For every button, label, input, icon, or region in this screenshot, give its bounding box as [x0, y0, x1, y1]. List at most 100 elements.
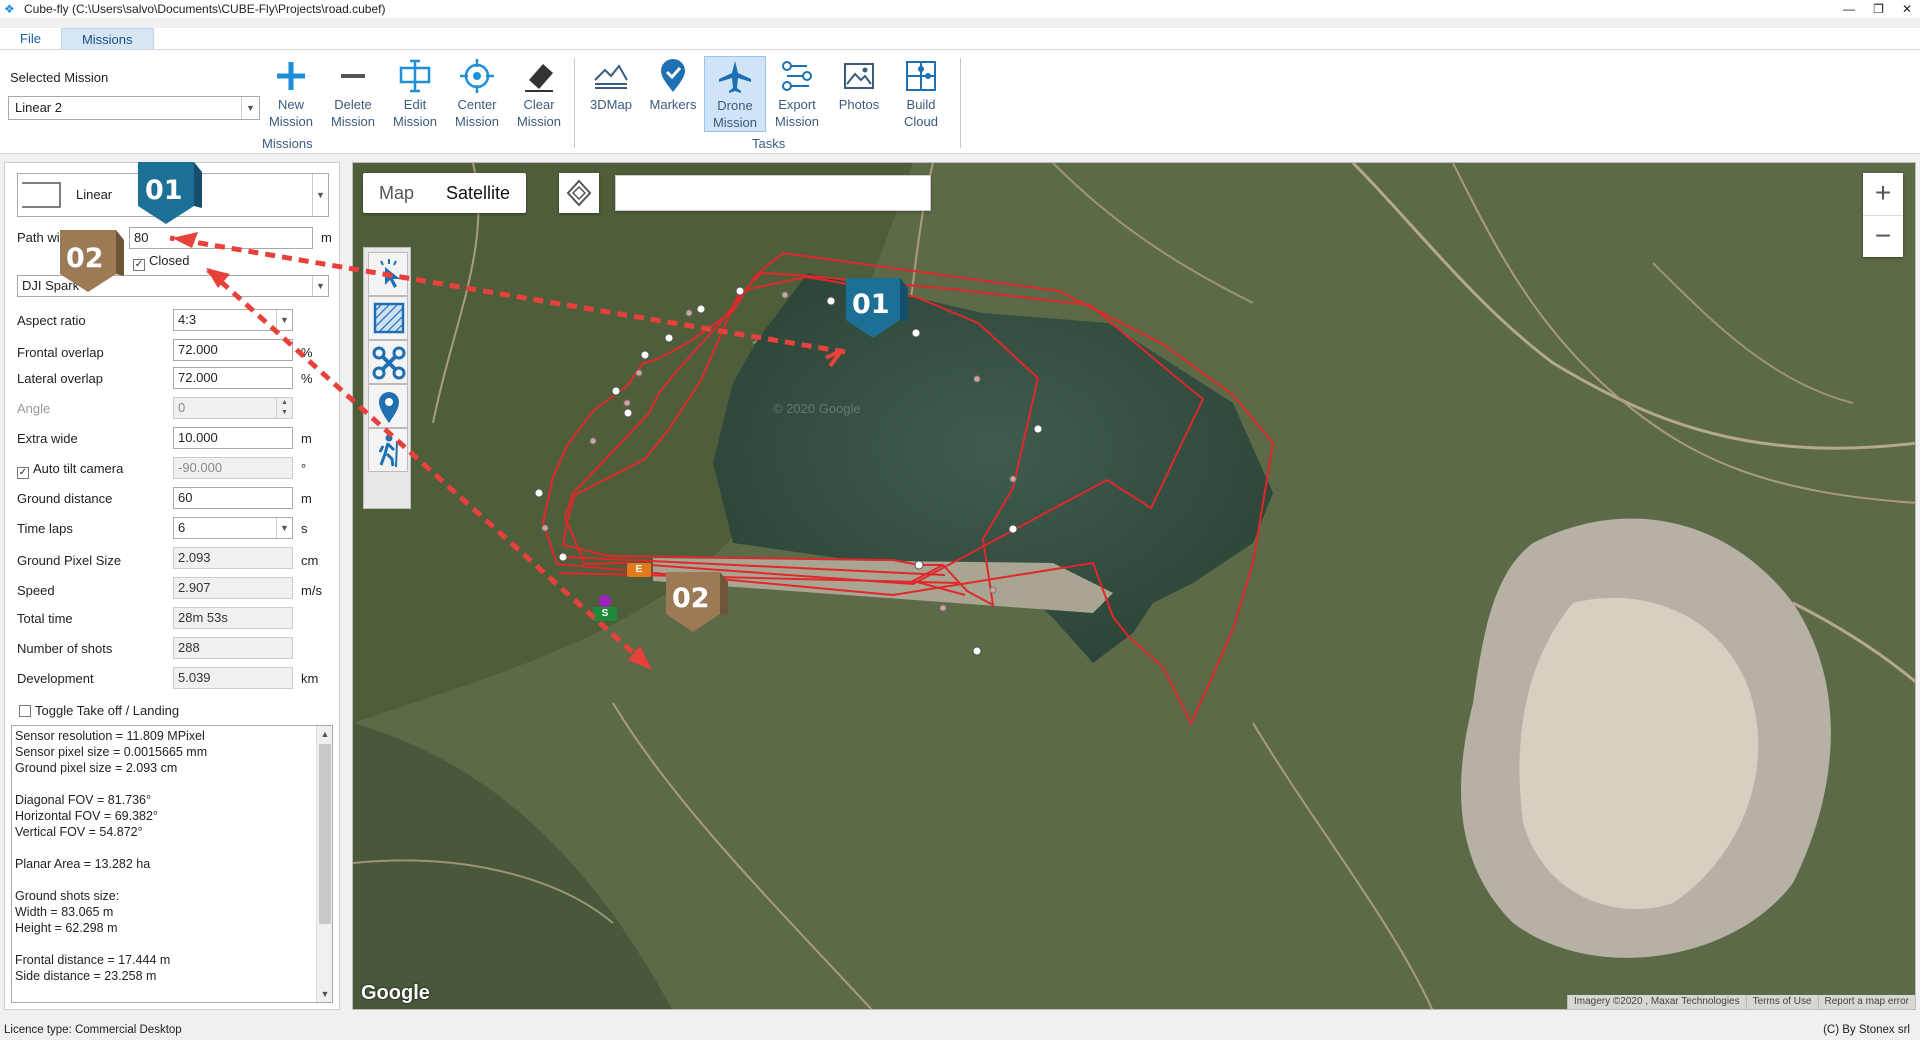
crosshair-icon: [460, 59, 494, 93]
info-scrollbar[interactable]: ▲ ▼: [316, 726, 332, 1002]
map-type-satellite[interactable]: Satellite: [430, 173, 526, 213]
pointer-click-icon: [380, 259, 400, 288]
map-tools-toolbar: [363, 247, 411, 509]
mission-type-combo[interactable]: Linear ▼: [17, 173, 329, 217]
shots-label: Number of shots: [17, 641, 113, 656]
gsd-unit: cm: [301, 553, 319, 568]
satellite-imagery: [353, 163, 1915, 1009]
frontal-overlap-input[interactable]: 72.000: [173, 339, 293, 361]
status-bar: Licence type: Commercial Desktop (C) By …: [0, 1020, 1920, 1040]
menu-bar: File Missions: [0, 28, 1920, 50]
scroll-thumb[interactable]: [319, 744, 331, 924]
time-laps-combo[interactable]: 6 ▼: [173, 517, 293, 539]
mission-info-text: Sensor resolution = 11.809 MPixel Sensor…: [15, 729, 252, 1002]
lateral-overlap-input[interactable]: 72.000: [173, 367, 293, 389]
layers-icon: [566, 179, 592, 207]
toggle-takeoff-checkbox[interactable]: Toggle Take off / Landing: [19, 703, 179, 718]
mission-info-textbox[interactable]: Sensor resolution = 11.809 MPixel Sensor…: [11, 725, 333, 1003]
ground-distance-unit: m: [301, 491, 312, 506]
photos-button[interactable]: Photos: [828, 56, 890, 132]
extra-wide-input[interactable]: 10.000: [173, 427, 293, 449]
center-mission-button[interactable]: Center Mission: [446, 56, 508, 132]
drone-mission-button[interactable]: Drone Mission: [704, 56, 766, 132]
hiker-icon: [378, 434, 398, 468]
linear-path-icon: [22, 182, 61, 208]
aspect-ratio-combo[interactable]: 4:3 ▼: [173, 309, 293, 331]
takeoff-marker[interactable]: [599, 595, 611, 607]
map-search-input[interactable]: [615, 175, 931, 211]
speed-label: Speed: [17, 583, 55, 598]
closed-checkbox[interactable]: ✓ Closed: [133, 253, 189, 271]
tab-file[interactable]: File: [0, 28, 61, 49]
ground-distance-input[interactable]: 60: [173, 487, 293, 509]
extra-wide-label: Extra wide: [17, 431, 78, 446]
close-button[interactable]: ✕: [1902, 0, 1912, 18]
map-locate-button[interactable]: [559, 173, 599, 213]
zoom-out-button[interactable]: −: [1863, 215, 1903, 257]
delete-mission-button[interactable]: Delete Mission: [322, 56, 384, 132]
restore-button[interactable]: ❐: [1873, 0, 1884, 18]
drone-tool-button[interactable]: [368, 340, 408, 384]
build-cloud-button[interactable]: Build Cloud: [890, 56, 952, 132]
title-bar: ❖ Cube-fly (C:\Users\salvo\Documents\CUB…: [0, 0, 1920, 18]
scroll-down-icon[interactable]: ▼: [317, 986, 332, 1002]
total-time-label: Total time: [17, 611, 73, 626]
end-marker[interactable]: E: [627, 563, 651, 577]
map-type-map[interactable]: Map: [363, 173, 430, 213]
spinner-arrows-icon: ▲ ▼: [276, 398, 292, 418]
mission-type-value: Linear: [76, 187, 113, 202]
gsd-value: 2.093: [173, 547, 293, 569]
development-value: 5.039: [173, 667, 293, 689]
chevron-down-icon[interactable]: ▼: [312, 174, 328, 216]
speed-value: 2.907: [173, 577, 293, 599]
edit-mission-button[interactable]: Edit Mission: [384, 56, 446, 132]
window-title: Cube-fly (C:\Users\salvo\Documents\CUBE-…: [24, 2, 386, 16]
eraser-icon: [525, 64, 553, 92]
total-time-value: 28m 53s: [173, 607, 293, 629]
hiker-tool-button[interactable]: [368, 428, 408, 472]
map-marker-icon: [661, 59, 685, 92]
start-marker[interactable]: S: [593, 607, 617, 621]
chevron-down-icon[interactable]: ▼: [276, 310, 292, 330]
new-mission-button[interactable]: New Mission: [260, 56, 322, 132]
development-unit: km: [301, 671, 319, 686]
ground-distance-label: Ground distance: [17, 491, 113, 506]
report-error-link[interactable]: Report a map error: [1817, 995, 1915, 1009]
clear-mission-button[interactable]: Clear Mission: [508, 56, 570, 132]
zoom-control: + −: [1863, 173, 1903, 257]
3dmap-button[interactable]: 3DMap: [580, 56, 642, 132]
airplane-icon: [719, 61, 751, 93]
angle-label: Angle: [17, 401, 51, 416]
auto-tilt-checkbox[interactable]: ✓ Auto tilt camera: [17, 461, 123, 479]
drone-combo[interactable]: DJI Spark ▼: [17, 275, 329, 297]
select-tool-button[interactable]: [368, 252, 408, 296]
missions-group-label: Missions: [262, 136, 313, 151]
marker-tool-button[interactable]: [368, 384, 408, 428]
area-tool-button[interactable]: [368, 296, 408, 340]
zoom-in-button[interactable]: +: [1863, 173, 1903, 215]
check-icon: ✓: [17, 467, 29, 479]
edit-icon: [399, 59, 431, 93]
scroll-up-icon[interactable]: ▲: [317, 726, 332, 742]
minus-icon: [341, 74, 365, 78]
chevron-down-icon[interactable]: ▼: [276, 518, 292, 538]
time-laps-label: Time laps: [17, 521, 73, 536]
drone-value: DJI Spark: [22, 278, 80, 293]
path-width-input[interactable]: 80: [129, 227, 313, 249]
image-icon: [844, 63, 874, 89]
markers-button[interactable]: Markers: [642, 56, 704, 132]
angle-spinner: 0 ▲ ▼: [173, 397, 293, 419]
map-type-switch: Map Satellite: [363, 173, 527, 213]
minimize-button[interactable]: —: [1843, 0, 1855, 18]
shots-value: 288: [173, 637, 293, 659]
auto-tilt-input: -90.000: [173, 457, 293, 479]
chevron-down-icon[interactable]: ▼: [241, 97, 259, 119]
terms-link[interactable]: Terms of Use: [1745, 995, 1818, 1009]
export-mission-button[interactable]: Export Mission: [766, 56, 828, 132]
tab-missions[interactable]: Missions: [60, 28, 154, 49]
lateral-overlap-unit: %: [301, 371, 313, 386]
selected-mission-combo[interactable]: Linear 2 ▼: [8, 96, 260, 120]
checkbox-icon: [19, 705, 31, 717]
chevron-down-icon[interactable]: ▼: [312, 276, 328, 296]
map-view[interactable]: Map Satellite + − © 2020 Google S E Goog…: [352, 162, 1916, 1010]
